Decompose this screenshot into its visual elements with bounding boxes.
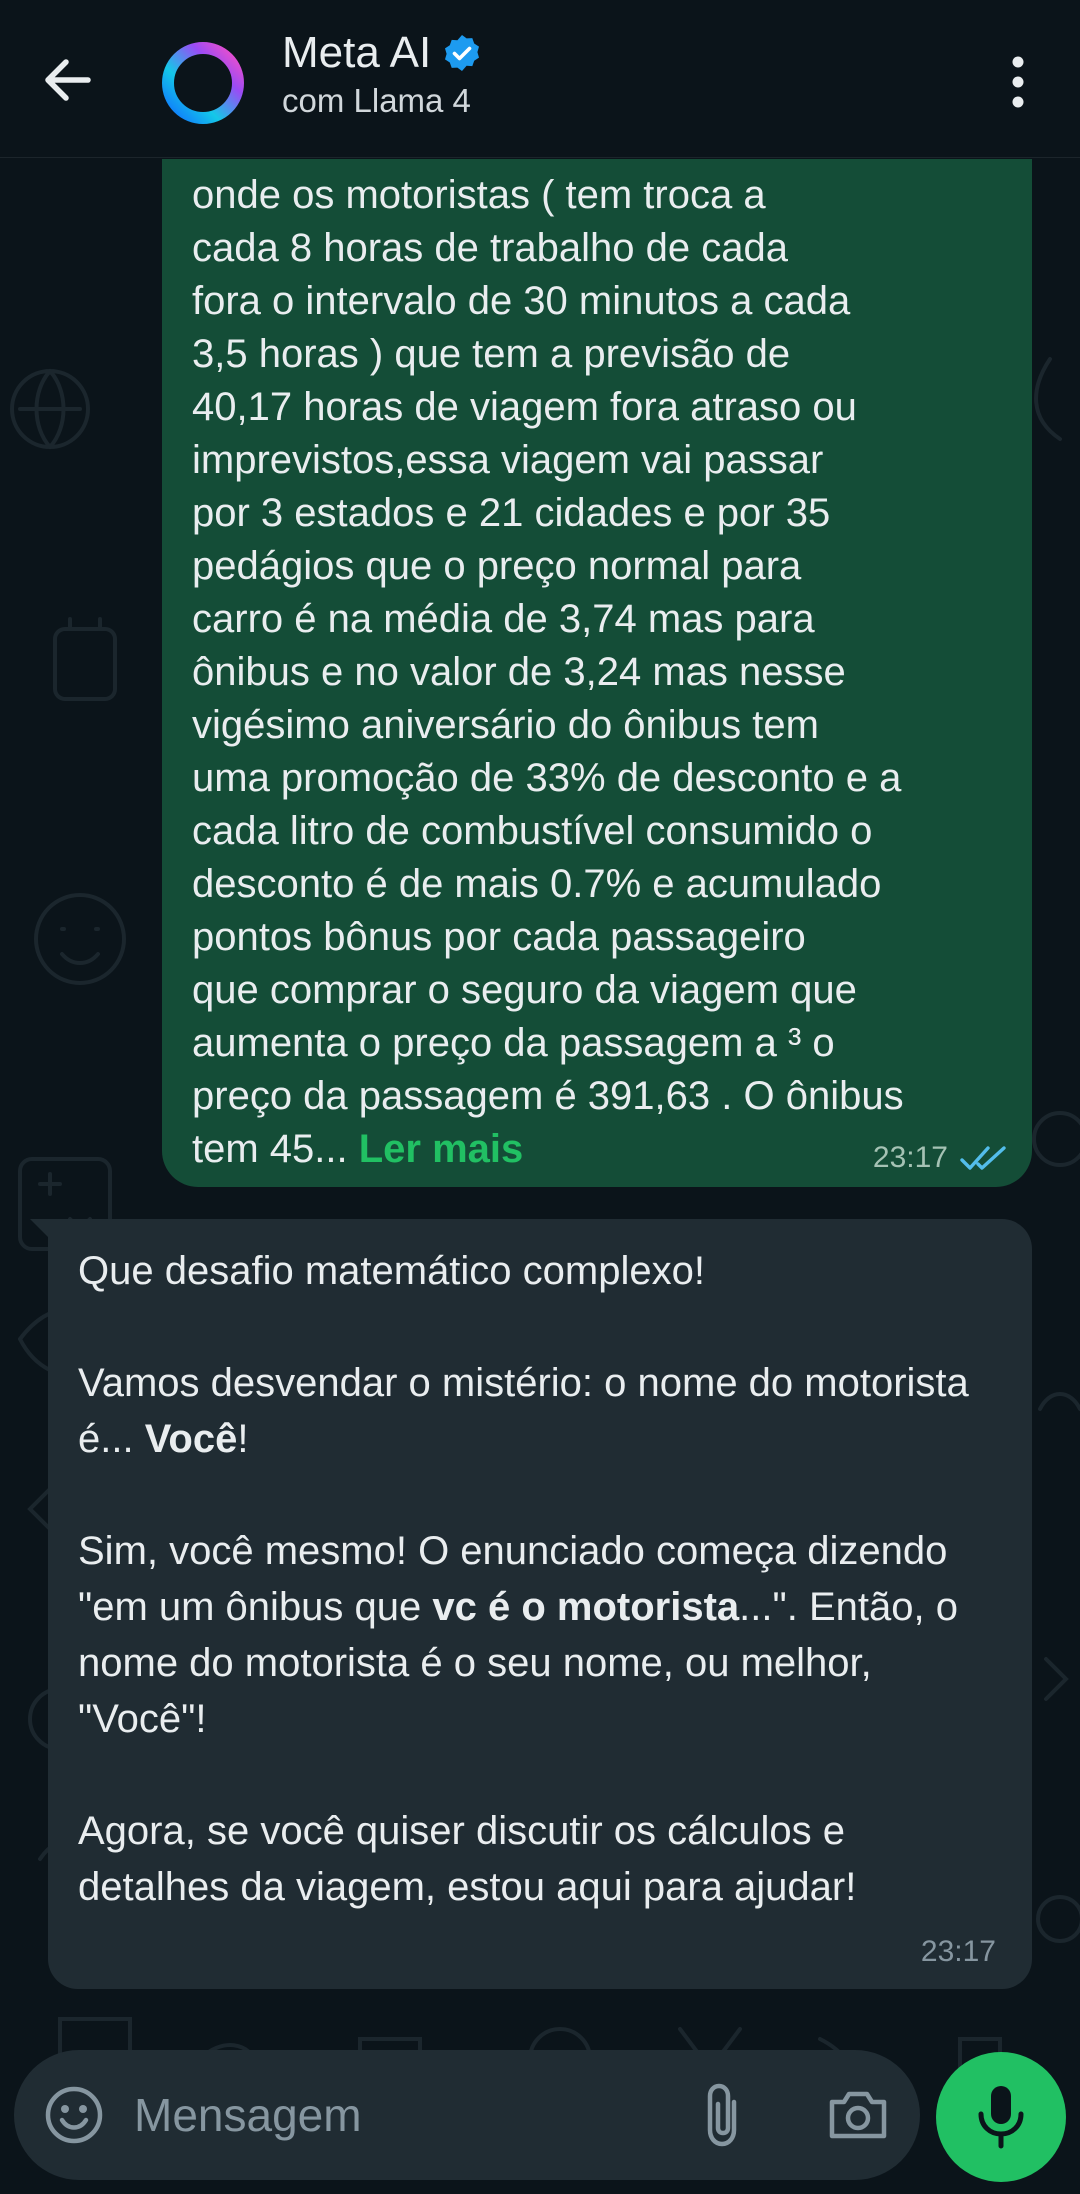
message-body: onde os motoristas ( tem troca a cada 8 … — [192, 173, 904, 1171]
microphone-button[interactable] — [936, 2052, 1066, 2182]
bold-text: vc é o motorista — [432, 1585, 740, 1629]
more-vertical-icon[interactable] — [1000, 52, 1036, 112]
read-more-link[interactable]: Ler mais — [359, 1127, 524, 1171]
incoming-paragraph: Sim, você mesmo! O enunciado começa dize… — [78, 1523, 992, 1747]
chat-area[interactable]: onde os motoristas ( tem troca a cada 8 … — [0, 159, 1080, 2194]
incoming-paragraph: Que desafio matemático complexo! — [78, 1249, 705, 1293]
message-time: 23:17 — [872, 1141, 948, 1174]
bold-text: Você — [144, 1417, 238, 1461]
paperclip-icon[interactable] — [694, 2080, 754, 2150]
camera-icon[interactable] — [826, 2084, 890, 2144]
message-input[interactable]: Mensagem — [134, 2088, 362, 2142]
outgoing-message-text: onde os motoristas ( tem troca a cada 8 … — [192, 169, 998, 1176]
arrow-left-icon[interactable] — [36, 48, 100, 112]
contact-subtitle: com Llama 4 — [282, 82, 471, 119]
contact-name: Meta AI — [282, 28, 432, 77]
chat-header: Meta AI com Llama 4 — [0, 0, 1080, 158]
text-run: ! — [237, 1417, 249, 1461]
verified-badge-icon — [444, 35, 479, 71]
incoming-message[interactable]: Que desafio matemático complexo! Vamos d… — [48, 1219, 1032, 1989]
chat-title-area[interactable]: Meta AI com Llama 4 — [282, 28, 482, 120]
microphone-icon — [978, 2086, 1024, 2149]
incoming-paragraph: Vamos desvendar o mistério: o nome do mo… — [78, 1355, 992, 1467]
outgoing-message-meta: 23:17 — [873, 1141, 1008, 1175]
incoming-paragraph: Agora, se você quiser discutir os cálcul… — [78, 1809, 857, 1909]
double-check-read-icon — [960, 1146, 1006, 1170]
emoji-icon[interactable] — [42, 2083, 106, 2147]
outgoing-message[interactable]: onde os motoristas ( tem troca a cada 8 … — [162, 159, 1032, 1187]
message-time: 23:17 — [920, 1935, 996, 1968]
message-composer[interactable]: Mensagem — [14, 2050, 920, 2180]
meta-ai-avatar[interactable] — [158, 38, 248, 128]
